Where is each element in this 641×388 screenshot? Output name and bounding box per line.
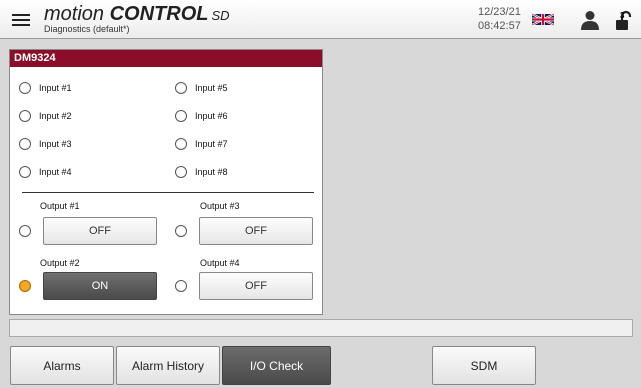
input-indicator xyxy=(175,82,187,94)
input-indicator xyxy=(175,110,187,122)
logo-word-sd: SD xyxy=(211,8,230,23)
input-item[interactable]: Input #5 xyxy=(175,80,228,96)
input-item[interactable]: Input #3 xyxy=(19,136,72,152)
top-header: motion CONTROL SD Diagnostics (default*) … xyxy=(0,0,641,39)
input-item[interactable]: Input #8 xyxy=(175,164,228,180)
input-label: Input #2 xyxy=(39,111,72,121)
input-item[interactable]: Input #4 xyxy=(19,164,72,180)
uk-flag-icon[interactable] xyxy=(532,13,554,26)
input-label: Input #3 xyxy=(39,139,72,149)
input-indicator xyxy=(19,166,31,178)
datetime-display: 12/23/21 08:42:57 xyxy=(478,5,521,33)
output-3-toggle-button[interactable]: OFF xyxy=(199,217,313,245)
output-label: Output #1 xyxy=(40,201,80,211)
io-module-panel: DM9324 Input #1 Input #2 Input #3 Input … xyxy=(9,49,323,315)
input-item[interactable]: Input #1 xyxy=(19,80,72,96)
date-text: 12/23/21 xyxy=(478,6,521,18)
input-item[interactable]: Input #2 xyxy=(19,108,72,124)
output-label: Output #2 xyxy=(40,258,80,268)
output-indicator xyxy=(19,280,31,292)
tab-alarm-history[interactable]: Alarm History xyxy=(116,346,220,385)
access-level-badge: 3 xyxy=(620,11,625,20)
input-item[interactable]: Input #6 xyxy=(175,108,228,124)
tab-alarms[interactable]: Alarms xyxy=(10,346,114,385)
section-divider xyxy=(22,192,314,193)
input-label: Input #8 xyxy=(195,167,228,177)
hamburger-menu-icon[interactable] xyxy=(12,12,34,28)
input-label: Input #6 xyxy=(195,111,228,121)
output-indicator xyxy=(19,225,31,237)
status-message-bar xyxy=(9,319,633,337)
app-logo: motion CONTROL SD xyxy=(44,3,230,25)
input-indicator xyxy=(175,166,187,178)
output-label: Output #4 xyxy=(200,258,240,268)
input-item[interactable]: Input #7 xyxy=(175,136,228,152)
user-icon[interactable] xyxy=(580,10,600,30)
output-indicator xyxy=(175,225,187,237)
output-2-toggle-button[interactable]: ON xyxy=(43,272,157,300)
input-indicator xyxy=(19,110,31,122)
tab-sdm[interactable]: SDM xyxy=(432,346,536,385)
input-indicator xyxy=(175,138,187,150)
time-text: 08:42:57 xyxy=(478,20,521,32)
input-indicator xyxy=(19,82,31,94)
module-title: DM9324 xyxy=(10,50,322,67)
page-subtitle: Diagnostics (default*) xyxy=(44,24,130,34)
input-label: Input #4 xyxy=(39,167,72,177)
input-label: Input #1 xyxy=(39,83,72,93)
output-label: Output #3 xyxy=(200,201,240,211)
output-4-toggle-button[interactable]: OFF xyxy=(199,272,313,300)
input-label: Input #7 xyxy=(195,139,228,149)
tab-io-check[interactable]: I/O Check xyxy=(222,346,331,385)
output-indicator xyxy=(175,280,187,292)
input-label: Input #5 xyxy=(195,83,228,93)
input-indicator xyxy=(19,138,31,150)
logo-word-control: CONTROL xyxy=(109,3,209,25)
logo-word-motion: motion xyxy=(44,3,110,25)
output-1-toggle-button[interactable]: OFF xyxy=(43,217,157,245)
